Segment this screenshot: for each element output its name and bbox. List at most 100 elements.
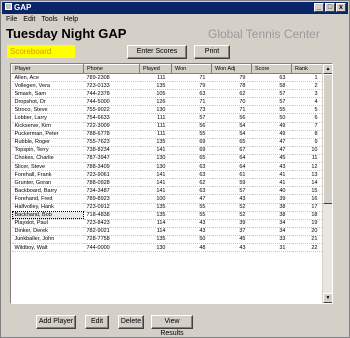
cell-name: Smash, Sam xyxy=(11,89,84,99)
title-bar[interactable]: GAP _ □ x xyxy=(2,2,348,14)
view-results-button[interactable]: View Results xyxy=(151,315,193,337)
table-row[interactable]: Lobber, Larry 754-6633 111 57 56 50 6 xyxy=(11,113,324,123)
cell-won: 79 xyxy=(171,81,212,91)
table-row[interactable]: Topspin, Terry 738-8234 141 69 67 47 10 xyxy=(11,146,324,155)
cell-phone: 789-2308 xyxy=(83,73,140,83)
table-row[interactable]: Smash, Sam 744-2378 105 63 62 57 3 xyxy=(11,89,324,99)
column-header-won[interactable]: Won xyxy=(171,64,212,74)
table-row[interactable]: Rubble, Roger 755-7623 135 69 65 47 9 xyxy=(11,138,324,147)
cell-name: Chokes, Charlie xyxy=(11,154,84,164)
cell-won-adj: 43 xyxy=(211,194,252,204)
column-header-player[interactable]: Player xyxy=(11,64,84,74)
table-row[interactable]: Playslot, Paul 723-8423 114 43 39 34 19 xyxy=(11,219,324,228)
cell-name: Puckerman, Peter xyxy=(11,130,84,139)
table-row[interactable]: Grunter, Goran 788-0928 141 62 59 41 14 xyxy=(11,178,324,188)
menu-tools[interactable]: Tools xyxy=(41,14,57,25)
menu-help[interactable]: Help xyxy=(64,14,78,25)
window-controls: _ □ x xyxy=(314,3,346,12)
cell-won-adj: 65 xyxy=(211,138,252,147)
cell-score: 33 xyxy=(251,235,292,244)
table-row[interactable]: Slicer, Steve 788-3409 130 63 64 43 12 xyxy=(11,162,324,172)
scoreboard-label: Scoreboard xyxy=(7,45,75,58)
column-header-played[interactable]: Played xyxy=(139,64,172,74)
table-row[interactable]: Forehand, Fred 789-8923 100 47 43 39 16 xyxy=(11,194,324,204)
cell-played: 135 xyxy=(139,81,172,91)
cell-phone: 734-3487 xyxy=(83,186,140,196)
table-row[interactable]: Wildboy, Walt 744-0000 130 48 43 31 22 xyxy=(11,243,324,253)
vertical-scrollbar[interactable]: ▲ ▼ xyxy=(322,64,332,303)
cell-name: Lobber, Larry xyxy=(11,113,84,123)
club-name: Global Tennis Center xyxy=(208,27,320,41)
cell-score: 34 xyxy=(251,219,292,228)
cell-rank: 22 xyxy=(291,243,324,253)
cell-name: Forehand, Fred xyxy=(11,194,84,204)
table-row[interactable]: Backhand, Bob 718-4838 135 55 52 38 18 xyxy=(11,211,324,220)
add-player-button[interactable]: Add Player xyxy=(36,315,76,329)
cell-phone: 744-0000 xyxy=(83,243,140,253)
cell-played: 111 xyxy=(139,122,172,131)
table-row[interactable]: Stroco, Steve 755-9022 130 73 71 55 5 xyxy=(11,105,324,115)
scroll-thumb[interactable] xyxy=(323,74,332,204)
cell-won-adj: 54 xyxy=(211,130,252,139)
table-row[interactable]: Dinker, Derek 782-9021 114 43 37 34 20 xyxy=(11,227,324,236)
cell-name: Junkballer, John xyxy=(11,235,84,244)
cell-score: 34 xyxy=(251,227,292,236)
table-row[interactable]: Kickserve, Kim 722-3009 111 56 54 49 7 xyxy=(11,122,324,131)
cell-played: 100 xyxy=(139,194,172,204)
table-row[interactable]: Forehall, Frank 723-9061 141 63 61 41 13 xyxy=(11,170,324,180)
table-row[interactable]: Chokes, Charlie 787-3947 130 65 64 45 11 xyxy=(11,154,324,164)
table-row[interactable]: Halfvolley, Hank 723-0912 135 55 52 38 17 xyxy=(11,203,324,212)
table-row[interactable]: Allen, Ace 789-2308 111 71 79 63 1 xyxy=(11,73,324,83)
cell-won-adj: 54 xyxy=(211,122,252,131)
cell-played: 130 xyxy=(139,162,172,172)
cell-played: 141 xyxy=(139,186,172,196)
print-button[interactable]: Print xyxy=(194,45,230,59)
column-header-phone[interactable]: Phone xyxy=(83,64,140,74)
column-header-won-adj[interactable]: Won Adj xyxy=(211,64,252,74)
page-title: Tuesday Night GAP xyxy=(6,26,127,41)
close-button[interactable]: x xyxy=(336,3,346,12)
cell-won-adj: 37 xyxy=(211,227,252,236)
table-row[interactable]: Dropshot, Dr 744-5000 126 71 70 57 4 xyxy=(11,97,324,107)
delete-button[interactable]: Delete xyxy=(118,315,144,329)
cell-rank: 7 xyxy=(291,122,324,131)
edit-button[interactable]: Edit xyxy=(85,315,109,329)
menu-file[interactable]: File xyxy=(6,14,17,25)
cell-phone: 755-7623 xyxy=(83,138,140,147)
minimize-button[interactable]: _ xyxy=(314,3,324,12)
cell-won: 63 xyxy=(171,170,212,180)
cell-played: 130 xyxy=(139,243,172,253)
cell-rank: 15 xyxy=(291,186,324,196)
cell-won: 55 xyxy=(171,211,212,220)
enter-scores-button[interactable]: Enter Scores xyxy=(127,45,187,59)
cell-played: 111 xyxy=(139,130,172,139)
column-header-rank[interactable]: Rank xyxy=(291,64,324,74)
scroll-up-icon[interactable]: ▲ xyxy=(323,64,332,74)
cell-rank: 18 xyxy=(291,211,324,220)
cell-rank: 20 xyxy=(291,227,324,236)
cell-won: 73 xyxy=(171,105,212,115)
cell-name: Dinker, Derek xyxy=(11,227,84,236)
cell-won: 69 xyxy=(171,146,212,155)
table-row[interactable]: Backboard, Barry 734-3487 141 63 57 40 15 xyxy=(11,186,324,196)
cell-phone: 723-0133 xyxy=(83,81,140,91)
scroll-down-icon[interactable]: ▼ xyxy=(323,293,332,303)
cell-rank: 1 xyxy=(291,73,324,83)
cell-won-adj: 52 xyxy=(211,211,252,220)
table-row[interactable]: Junkballer, John 728-7758 135 50 45 33 21 xyxy=(11,235,324,244)
cell-phone: 754-6633 xyxy=(83,113,140,123)
cell-won: 50 xyxy=(171,235,212,244)
maximize-button[interactable]: □ xyxy=(325,3,335,12)
cell-score: 39 xyxy=(251,194,292,204)
cell-won-adj: 52 xyxy=(211,203,252,212)
column-header-score[interactable]: Score xyxy=(251,64,292,74)
menu-edit[interactable]: Edit xyxy=(23,14,35,25)
table-row[interactable]: Puckerman, Peter 788-6778 111 55 54 49 8 xyxy=(11,130,324,139)
table-row[interactable]: Vollegen, Vera 723-0133 135 79 78 58 2 xyxy=(11,81,324,91)
cell-rank: 9 xyxy=(291,138,324,147)
cell-rank: 5 xyxy=(291,105,324,115)
cell-rank: 10 xyxy=(291,146,324,155)
cell-rank: 8 xyxy=(291,130,324,139)
player-table: Player Phone Played Won Won Adj Score Ra… xyxy=(10,63,333,304)
cell-name: Backhand, Bob xyxy=(11,211,84,220)
